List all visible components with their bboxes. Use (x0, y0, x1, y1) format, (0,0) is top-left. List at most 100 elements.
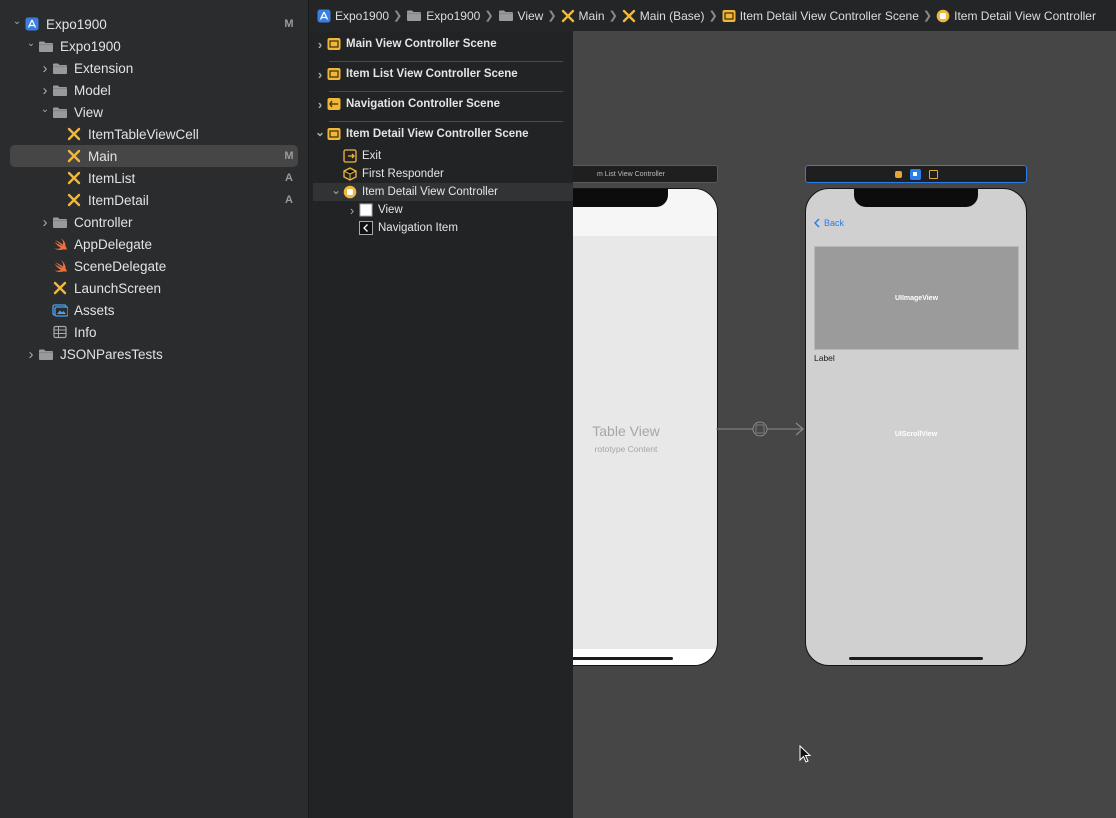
chevron-down-icon[interactable]: ⌄ (38, 104, 52, 115)
breadcrumb-item[interactable]: Main (561, 9, 605, 23)
chevron-right-icon[interactable]: › (313, 37, 327, 52)
chevron-right-icon[interactable]: › (313, 67, 327, 82)
breadcrumb-separator-icon: ❯ (484, 10, 494, 22)
chevron-right-icon[interactable]: › (38, 82, 52, 99)
navigator-item-main[interactable]: Main M (10, 145, 298, 167)
outline-divider (329, 121, 563, 122)
navigation-item-icon (359, 221, 373, 235)
navigator-item-itemtableviewcell[interactable]: ItemTableViewCell (10, 123, 298, 145)
navigator-item-controller[interactable]: › Controller (10, 211, 298, 233)
source-control-badge: M (284, 150, 294, 162)
navigator-item-label: Model (74, 82, 111, 98)
navigator-item-label: ItemDetail (88, 192, 149, 208)
outline-item-label: Exit (362, 150, 382, 162)
outline-item-label: First Responder (362, 168, 444, 180)
outline-scene-main-view-controller-scene[interactable]: › Main View Controller Scene (313, 35, 573, 53)
outline-scene-item-detail-view-controller-scene[interactable]: ⌄ Item Detail View Controller Scene (313, 125, 573, 143)
navigator-item-itemlist[interactable]: ItemList A (10, 167, 298, 189)
outline-item-first-responder[interactable]: First Responder (313, 165, 573, 183)
breadcrumb-item[interactable]: Item Detail View Controller Scene (722, 9, 919, 23)
chevron-down-icon[interactable]: ⌄ (313, 125, 327, 139)
chevron-left-icon (814, 218, 820, 228)
chevron-right-icon[interactable]: › (313, 97, 327, 112)
outline-scene-navigation-controller-scene[interactable]: › Navigation Controller Scene (313, 95, 573, 113)
vc-icon (343, 185, 357, 199)
item-detail-device[interactable]: Back UIImageView Label UIScrollView (805, 188, 1027, 666)
navigator-item-label: Info (74, 324, 97, 340)
scene-icon (327, 67, 341, 81)
outline-scene-item-list-view-controller-scene[interactable]: › Item List View Controller Scene (313, 65, 573, 83)
project-navigator: ⌄ Expo1900 M ⌄ Expo1900 › Extension › Model ⌄ View… (0, 0, 309, 818)
breadcrumb-separator-icon: ❯ (393, 10, 403, 22)
exit-dock-icon[interactable] (928, 169, 938, 179)
navigator-item-jsonparestests[interactable]: › JSONParesTests (10, 343, 298, 365)
folder-icon (52, 83, 68, 97)
navigator-item-scenedelegate[interactable]: SceneDelegate (10, 255, 298, 277)
breadcrumb-label: Expo1900 (426, 8, 481, 23)
scene-icon (327, 37, 341, 51)
navigator-item-label: LaunchScreen (74, 280, 162, 296)
navigator-item-label: Extension (74, 60, 134, 76)
breadcrumb-label: Item Detail View Controller (954, 8, 1096, 23)
navigator-item-view[interactable]: ⌄ View (10, 101, 298, 123)
chevron-right-icon[interactable]: › (38, 60, 52, 77)
breadcrumb-item[interactable]: Main (Base) (622, 8, 705, 23)
breadcrumb-item[interactable]: View (498, 9, 543, 23)
navigator-item-appdelegate[interactable]: AppDelegate (10, 233, 298, 255)
outline-item-exit[interactable]: Exit (313, 147, 573, 165)
segue-arrow[interactable] (716, 419, 808, 439)
navigator-item-model[interactable]: › Model (10, 79, 298, 101)
breadcrumb-label: Main (578, 8, 605, 23)
outline-scene-label: Item Detail View Controller Scene (346, 128, 529, 140)
nav-scene-icon (327, 97, 341, 111)
first-responder-dock-icon[interactable] (894, 170, 902, 178)
navigator-item-expo1900[interactable]: ⌄ Expo1900 M (10, 13, 298, 35)
chevron-down-icon[interactable]: ⌄ (329, 183, 343, 197)
xib-icon (52, 281, 68, 295)
folder-icon (52, 215, 68, 229)
folder-icon (38, 347, 54, 361)
outline-item-navigation-item[interactable]: Navigation Item (313, 219, 573, 237)
navigator-item-launchscreen[interactable]: LaunchScreen (10, 277, 298, 299)
exit-icon (343, 149, 357, 163)
navigator-item-label: Main (88, 148, 118, 164)
chevron-right-icon[interactable]: › (38, 214, 52, 231)
folder-icon (52, 61, 68, 75)
image-view[interactable]: UIImageView (814, 246, 1019, 350)
navigator-item-info[interactable]: Info (10, 321, 298, 343)
breadcrumb-item[interactable]: Expo1900 (317, 9, 389, 23)
outline-item-item-detail-view-controller[interactable]: ⌄ Item Detail View Controller (313, 183, 573, 201)
outline-scene-label: Navigation Controller Scene (346, 98, 501, 110)
first-responder-icon (343, 167, 357, 181)
scroll-view[interactable]: UIScrollView (806, 423, 1026, 441)
swift-icon (52, 237, 68, 251)
navigator-item-label: SceneDelegate (74, 258, 167, 274)
outline-divider (329, 91, 563, 92)
outline-item-label: View (378, 204, 403, 216)
back-button[interactable]: Back (814, 218, 844, 228)
storyboard-canvas[interactable]: m List View Controller Table View rototy… (309, 31, 1116, 818)
navigator-item-extension[interactable]: › Extension (10, 57, 298, 79)
folder-icon (498, 9, 514, 22)
breadcrumb-item[interactable]: Item Detail View Controller (936, 9, 1096, 23)
breadcrumb-separator-icon: ❯ (708, 10, 718, 22)
chevron-down-icon[interactable]: ⌄ (10, 16, 24, 27)
xib-icon (66, 171, 82, 185)
item-detail-scene-bar[interactable] (805, 165, 1027, 183)
navigator-item-itemdetail[interactable]: ItemDetail A (10, 189, 298, 211)
chevron-right-icon[interactable]: › (24, 346, 38, 363)
vc-dock-icon[interactable] (909, 168, 921, 180)
outline-item-view[interactable]: › View (313, 201, 573, 219)
chevron-right-icon[interactable]: › (345, 203, 359, 218)
source-control-badge: M (284, 18, 294, 30)
folder-icon (406, 9, 422, 22)
item-list-scene-bar-label: m List View Controller (597, 170, 665, 178)
breadcrumb-item[interactable]: Expo1900 (406, 9, 480, 23)
breadcrumb-label: Main (Base) (639, 8, 705, 23)
label-element[interactable]: Label (814, 353, 835, 363)
navigator-item-label: View (74, 104, 104, 120)
navigator-item-expo1900[interactable]: ⌄ Expo1900 (10, 35, 298, 57)
chevron-down-icon[interactable]: ⌄ (24, 38, 38, 49)
plist-icon (52, 325, 68, 339)
navigator-item-assets[interactable]: Assets (10, 299, 298, 321)
